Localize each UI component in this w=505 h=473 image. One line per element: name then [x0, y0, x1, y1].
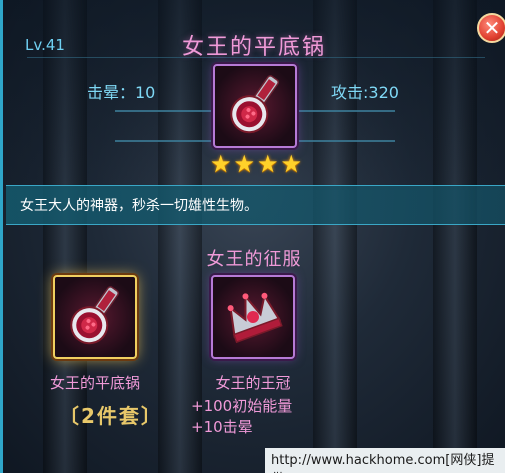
set-item-pan[interactable] [53, 275, 137, 359]
item-description: 女王大人的神器，秒杀一切雄性生物。 [20, 198, 258, 214]
item-icon [213, 64, 297, 148]
crown-icon [227, 292, 283, 344]
star-icon: ★ [233, 150, 256, 178]
watermark: http://www.hackhome.com[网侠]提供 [265, 448, 505, 473]
set-count: 〔2件套〕 [59, 404, 163, 428]
set-item-label: 女王的王冠 [215, 374, 291, 392]
decor-line [299, 110, 395, 112]
close-icon: ✕ [483, 16, 501, 40]
item-title: 女王的平底锅 [181, 35, 326, 60]
set-item-crown[interactable] [211, 275, 295, 359]
star-icon: ★ [210, 150, 232, 178]
set-bonus: +10击晕 [191, 418, 253, 436]
rarity-stars: ★ ★ ★ ★ [210, 151, 305, 177]
description-bar: 女王大人的神器，秒杀一切雄性生物。 [6, 185, 505, 225]
set-item-label: 女王的平底锅 [49, 374, 140, 392]
stat-attack: 攻击:320 [331, 83, 399, 102]
close-button[interactable]: ✕ [477, 13, 505, 43]
decor-line [115, 110, 211, 112]
decor-line [299, 140, 395, 142]
set-title: 女王的征服 [206, 249, 302, 270]
set-bonus: +100初始能量 [191, 397, 293, 415]
frying-pan-icon [230, 75, 279, 134]
frying-pan-icon [70, 286, 119, 345]
decor-line [115, 140, 211, 142]
item-detail-panel: Lv.41 女王的平底锅 ✕ 击晕：10 攻击:320 ★ ★ ★ ★ 女王大人… [0, 0, 505, 473]
star-icon: ★ [280, 150, 303, 178]
star-icon: ★ [257, 150, 279, 178]
stat-stun: 击晕：10 [87, 83, 156, 102]
